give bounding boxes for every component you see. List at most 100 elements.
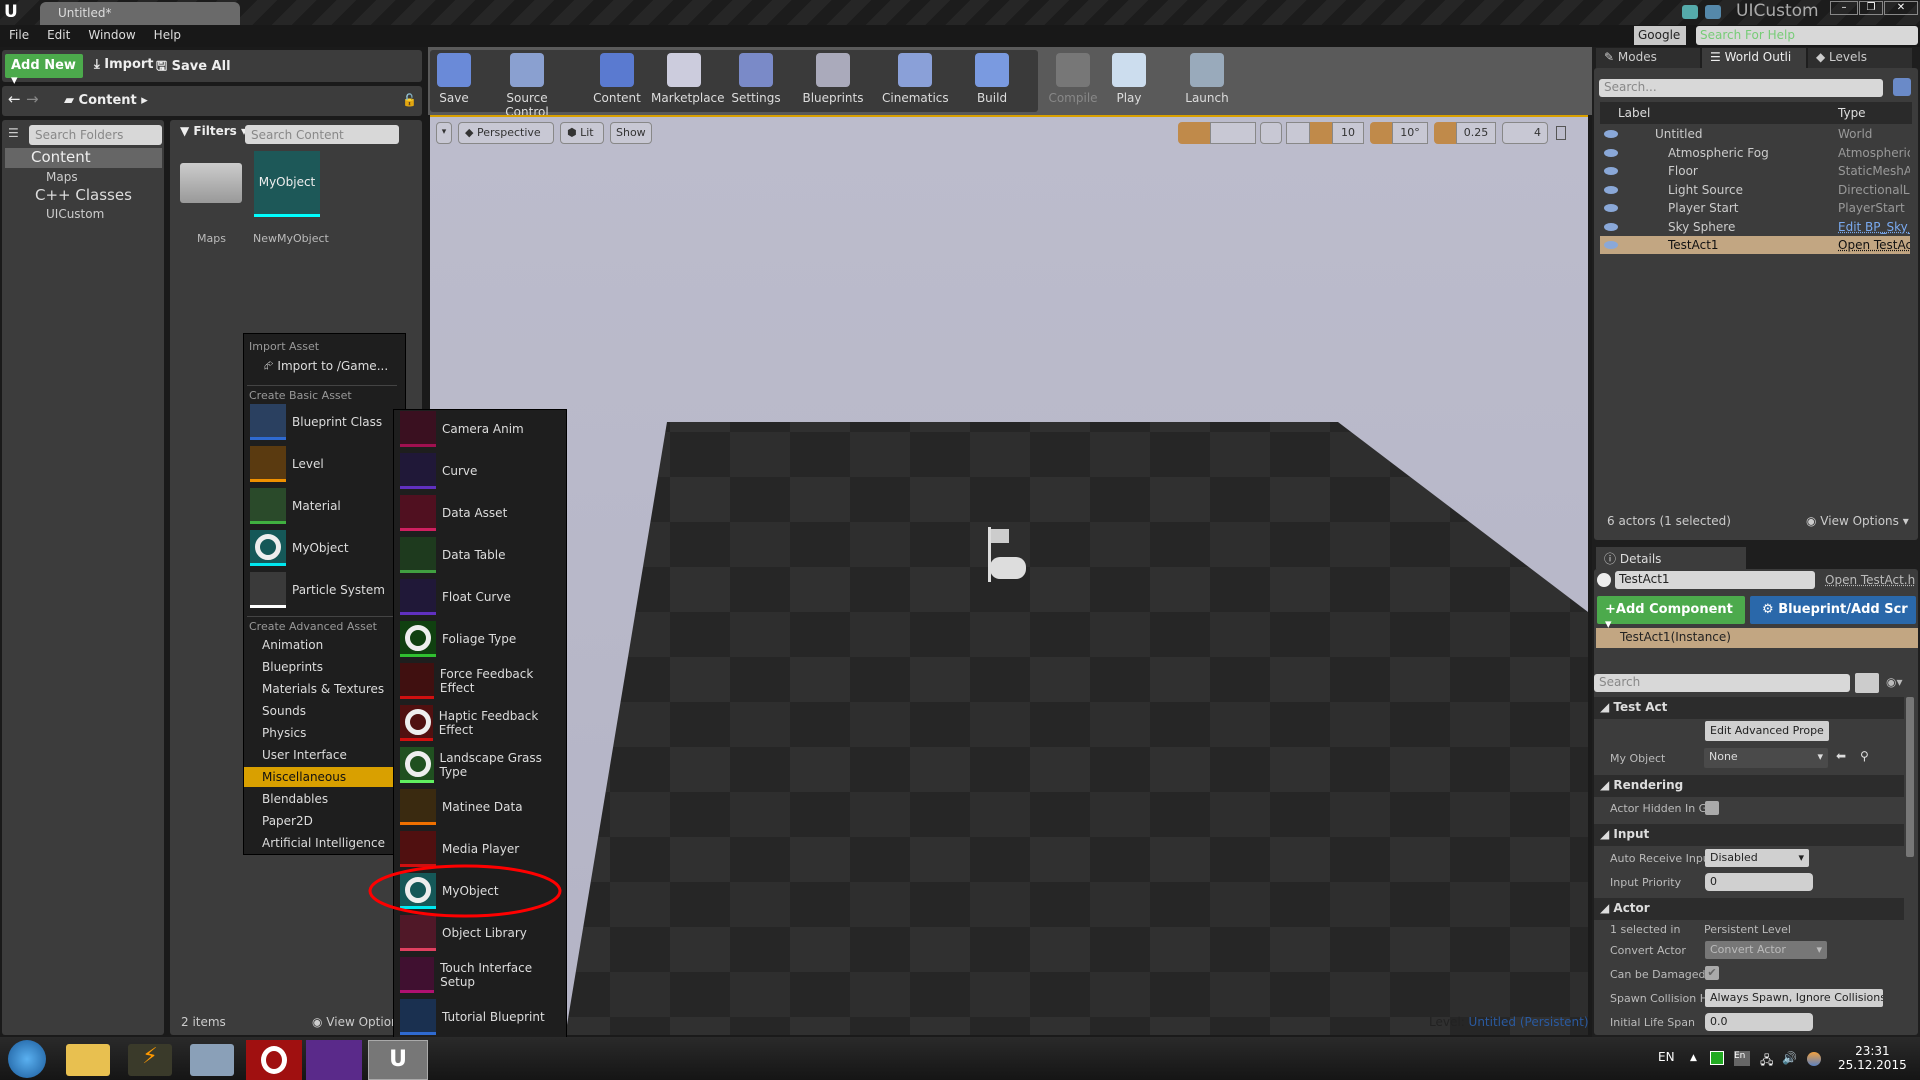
outliner-row-testact1[interactable]: TestAct1 Open TestAct.h (1600, 236, 1910, 254)
submenu-materials-textures[interactable]: Materials & Textures▶ (244, 679, 405, 699)
opera-taskbar-icon[interactable] (246, 1040, 302, 1080)
section-rendering[interactable]: ◢ Rendering (1594, 775, 1904, 797)
outliner-search-input[interactable]: Search... (1599, 79, 1883, 97)
menu-item-import[interactable]: ⮳ Import to /Game... (264, 358, 388, 373)
filters-button[interactable]: ▼ Filters ▾ (180, 124, 247, 138)
translate-mode-icon[interactable] (1178, 122, 1210, 144)
asset-thumbnail-newmyobject[interactable]: MyObject (254, 151, 320, 217)
menu-item-curve[interactable]: Curve (396, 453, 564, 489)
add-new-button[interactable]: Add New ▾ (5, 54, 83, 88)
visibility-eye-icon[interactable] (1604, 222, 1618, 231)
add-folder-icon[interactable] (1893, 78, 1911, 96)
menu-item-haptic-feedback-effect[interactable]: Haptic Feedback Effect (396, 705, 564, 741)
volume-tray-icon[interactable]: 🔊 (1782, 1051, 1797, 1065)
toolbar-blueprints-button[interactable]: Blueprints (800, 50, 866, 112)
calculator-taskbar-icon[interactable] (190, 1044, 234, 1076)
menu-item-float-curve[interactable]: Float Curve (396, 579, 564, 615)
actor-type[interactable]: Open TestAct.h (1838, 238, 1910, 252)
explorer-taskbar-icon[interactable] (66, 1044, 110, 1076)
save-all-button[interactable]: 🖫 Save All (156, 57, 231, 79)
menu-item-level[interactable]: Level (246, 446, 396, 482)
edit-advanced-properties-button[interactable]: Edit Advanced Prope (1705, 721, 1829, 741)
actor-name-input[interactable]: TestAct1 (1615, 571, 1815, 589)
outliner-row-light-source[interactable]: Light Source DirectionalLight (1600, 181, 1910, 199)
maximize-button[interactable]: ❐ (1859, 1, 1883, 15)
submenu-blueprints[interactable]: Blueprints▶ (244, 657, 405, 677)
back-arrow-icon[interactable]: ← (8, 90, 21, 108)
section-actor[interactable]: ◢ Actor (1594, 898, 1904, 920)
menu-help[interactable]: Help (145, 25, 190, 45)
weather-tray-icon[interactable] (1807, 1052, 1821, 1066)
submenu-blendables[interactable]: Blendables▶ (244, 789, 405, 809)
toolbar-build-button[interactable]: Build (959, 50, 1025, 112)
forward-arrow-icon[interactable]: → (26, 90, 39, 108)
scale-snap-value[interactable]: 0.25 (1456, 122, 1496, 144)
start-button[interactable] (8, 1040, 46, 1078)
folder-search-input[interactable]: Search Folders (29, 125, 162, 145)
spawn-collision-select[interactable]: Always Spawn, Ignore Collisions (1705, 989, 1883, 1007)
show-button[interactable]: Show (610, 122, 652, 144)
chat-icon[interactable] (1682, 5, 1698, 19)
outliner-row-atmospheric-fog[interactable]: Atmospheric Fog AtmosphericFog (1600, 144, 1910, 162)
rotation-snap-value[interactable]: 10° (1392, 122, 1428, 144)
toolbar-settings-button[interactable]: Settings (723, 50, 789, 112)
menu-item-matinee-data[interactable]: Matinee Data (396, 789, 564, 825)
rotation-snap-icon[interactable] (1370, 122, 1392, 144)
menu-item-touch-interface-setup[interactable]: Touch Interface Setup (396, 957, 564, 993)
use-selected-arrow-icon[interactable]: ⬅ (1836, 749, 1846, 763)
outliner-row-untitled[interactable]: Untitled World (1600, 125, 1910, 143)
menu-item-data-asset[interactable]: Data Asset (396, 495, 564, 531)
folder-thumbnail-maps[interactable] (180, 163, 242, 203)
submenu-artificial-intelligence[interactable]: Artificial Intelligence▶ (244, 833, 405, 853)
toolbar-marketplace-button[interactable]: Marketplace (651, 50, 725, 112)
rotate-scale-mode-icon[interactable] (1210, 122, 1256, 144)
visibility-eye-icon[interactable] (1604, 130, 1618, 138)
search-engine-select[interactable]: Google (1634, 26, 1686, 45)
help-search-input[interactable]: Search For Help (1696, 26, 1918, 45)
toolbar-source-control-button[interactable]: Source Control (494, 50, 560, 119)
auto-receive-input-select[interactable]: Disabled ▾ (1705, 849, 1809, 867)
menu-item-camera-anim[interactable]: Camera Anim (396, 411, 564, 447)
close-button[interactable]: ✕ (1884, 1, 1918, 15)
document-tab[interactable]: Untitled* (40, 2, 240, 25)
visual-studio-taskbar-icon[interactable] (306, 1040, 362, 1080)
my-object-select[interactable]: None ▾ (1704, 748, 1828, 768)
menu-window[interactable]: Window (79, 25, 144, 45)
convert-actor-select[interactable]: Convert Actor ▾ (1705, 941, 1827, 959)
outliner-row-floor[interactable]: Floor StaticMeshActor (1600, 162, 1910, 180)
toolbar-save-button[interactable]: Save (421, 50, 487, 112)
camera-speed-button[interactable]: 4 (1502, 122, 1548, 144)
initial-life-span-field[interactable]: 0.0 (1705, 1013, 1813, 1031)
visibility-eye-icon[interactable] (1604, 167, 1618, 175)
tree-item-maps[interactable]: Maps (46, 170, 78, 184)
tree-item-content[interactable]: Content (5, 148, 162, 168)
submenu-user-interface[interactable]: User Interface▶ (244, 745, 405, 765)
minimize-button[interactable]: – (1830, 1, 1858, 15)
visibility-eye-icon[interactable] (1604, 148, 1618, 157)
tab-details[interactable]: ⓘ Details (1596, 547, 1746, 569)
menu-item-tutorial-blueprint[interactable]: Tutorial Blueprint (396, 999, 564, 1035)
grid-snap-value[interactable]: 10 (1332, 122, 1364, 144)
input-priority-field[interactable]: 0 (1705, 873, 1813, 891)
details-scrollbar[interactable] (1906, 697, 1914, 857)
toolbar-play-button[interactable]: Play (1096, 50, 1162, 112)
can-be-damaged-checkbox[interactable]: ✔ (1705, 966, 1719, 980)
utorrent-tray-icon[interactable] (1710, 1051, 1724, 1065)
tab-modes[interactable]: ✎ Modes (1596, 48, 1700, 68)
menu-item-force-feedback-effect[interactable]: Force Feedback Effect (396, 663, 564, 699)
outliner-row-sky-sphere[interactable]: Sky Sphere Edit BP_Sky_S (1600, 218, 1910, 236)
tab-levels[interactable]: ◆ Levels (1808, 48, 1912, 68)
clock[interactable]: 23:31 25.12.2015 (1838, 1044, 1907, 1072)
outliner-row-player-start[interactable]: Player Start PlayerStart (1600, 199, 1910, 217)
show-hidden-icons[interactable]: ▲ (1690, 1053, 1697, 1063)
maximize-viewport-icon[interactable] (1556, 126, 1566, 140)
visibility-filter-icon[interactable]: ◉▾ (1886, 675, 1903, 689)
network-tray-icon[interactable]: 🖧 (1760, 1051, 1773, 1072)
perspective-button[interactable]: ◆ Perspective (458, 122, 554, 144)
viewport[interactable] (430, 115, 1588, 1035)
learn-icon[interactable] (1705, 5, 1721, 19)
menu-item-blueprint-class[interactable]: Blueprint Class (246, 404, 396, 440)
submenu-paper2d[interactable]: Paper2D▶ (244, 811, 405, 831)
visibility-eye-icon[interactable] (1604, 185, 1618, 194)
open-source-link[interactable]: Open TestAct.h (1825, 573, 1915, 587)
